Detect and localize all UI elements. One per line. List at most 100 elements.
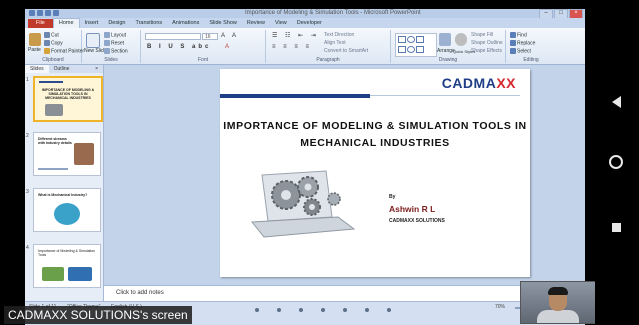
cadmaxx-logo: CADMAXX	[442, 75, 516, 91]
company-name: CADMAXX SOLUTIONS	[389, 218, 445, 224]
select-button[interactable]: Select	[510, 48, 531, 55]
layout-label: Layout	[111, 32, 127, 39]
notes-pane[interactable]: Click to add notes	[104, 285, 585, 302]
layout-icon	[104, 32, 110, 38]
arrow-shape-icon[interactable]	[398, 46, 406, 53]
slide-thumbnail-3[interactable]: What is Mechanical Industry?	[33, 188, 101, 232]
replace-button[interactable]: Replace	[510, 40, 535, 47]
slides-pane: Slides Outline × 1 IMPORTANCE OF MODELIN…	[25, 65, 104, 301]
recents-icon[interactable]	[612, 223, 621, 232]
tab-file[interactable]: File	[28, 19, 53, 28]
section-button[interactable]: Section	[104, 48, 128, 55]
window-title: Importance of Modeling & Simulation Tool…	[245, 10, 421, 16]
find-button[interactable]: Find	[510, 32, 527, 39]
slide-sorter-icon[interactable]	[277, 308, 281, 312]
slide-thumbnail-2[interactable]: Different streams with Industry details	[33, 132, 101, 176]
copy-button[interactable]: Copy	[44, 40, 63, 47]
font-color-button[interactable]: A	[225, 44, 232, 51]
tab-animations[interactable]: Animations	[167, 19, 204, 28]
list-buttons[interactable]: ☰ ☷ ⇤ ⇥	[272, 33, 319, 40]
cut-label: Cut	[51, 32, 59, 39]
view-controls[interactable]	[255, 308, 425, 312]
powerpoint-window: Importance of Modeling & Simulation Tool…	[25, 9, 585, 325]
align-buttons[interactable]: ≡ ≡ ≡ ≡	[272, 44, 312, 51]
app-icon	[29, 10, 35, 16]
reset-button[interactable]: Reset	[104, 40, 124, 47]
tab-home[interactable]: Home	[52, 18, 80, 28]
reset-label: Reset	[111, 40, 125, 47]
brace-shape-icon[interactable]	[416, 46, 424, 53]
shape-fill-button[interactable]: Shape Fill	[471, 32, 493, 39]
normal-view-icon[interactable]	[255, 308, 259, 312]
header-rule-thin	[370, 95, 520, 96]
slide-thumbnail-4[interactable]: Importance of Modeling & Simulation Tool…	[33, 244, 101, 288]
clipboard-group-label: Clipboard	[42, 57, 64, 63]
shape-effects-button[interactable]: Shape Effects	[471, 48, 502, 55]
tab-review[interactable]: Review	[242, 19, 270, 28]
reset-icon	[104, 40, 110, 46]
paragraph-group: ☰ ☷ ⇤ ⇥ ≡ ≡ ≡ ≡ Text Direction Align Tex…	[266, 30, 391, 63]
cut-button[interactable]: Cut	[44, 32, 59, 39]
author-name: Ashwin R L	[389, 204, 436, 214]
tab-slide-show[interactable]: Slide Show	[204, 19, 242, 28]
thumbnail-number: 4	[26, 245, 29, 251]
current-slide[interactable]: CADMAXX IMPORTANCE OF MODELING & SIMULAT…	[220, 69, 530, 277]
home-icon[interactable]	[609, 155, 623, 169]
editing-group-label: Editing	[523, 57, 539, 63]
slideshow-view-icon[interactable]	[321, 308, 325, 312]
text-direction-button[interactable]: Text Direction	[324, 32, 354, 39]
slide-editor: CADMAXX IMPORTANCE OF MODELING & SIMULAT…	[104, 65, 585, 285]
rectangle-shape-icon[interactable]	[398, 36, 406, 43]
redo-icon[interactable]	[53, 10, 59, 16]
quick-styles-icon[interactable]	[455, 33, 467, 46]
screen-share-label: CADMAXX SOLUTIONS's screen	[8, 308, 188, 322]
workspace: Slides Outline × 1 IMPORTANCE OF MODELIN…	[25, 65, 585, 302]
thumbnail-title: IMPORTANCE OF MODELING & SIMULATION TOOL…	[41, 88, 95, 100]
font-size-grow-shrink[interactable]: A A	[221, 33, 239, 40]
tab-outline[interactable]: Outline	[49, 65, 75, 73]
arrange-icon[interactable]	[439, 33, 451, 46]
replace-label: Replace	[517, 40, 536, 47]
shape-outline-button[interactable]: Shape Outline	[471, 40, 503, 47]
circle-shape-icon[interactable]	[407, 46, 415, 53]
font-size-box[interactable]: 16	[202, 33, 218, 40]
format-painter-button[interactable]: Format Painter	[44, 48, 84, 55]
reading-view-icon[interactable]	[299, 308, 303, 312]
close-pane-icon[interactable]: ×	[90, 65, 103, 73]
convert-smartart-button[interactable]: Convert to SmartArt	[324, 48, 368, 55]
slide-title[interactable]: IMPORTANCE OF MODELING & SIMULATION TOOL…	[220, 118, 530, 152]
rounded-rect-shape-icon[interactable]	[416, 36, 424, 43]
align-text-button[interactable]: Align Text	[324, 40, 346, 47]
status-dot-icon	[365, 308, 369, 312]
tab-transitions[interactable]: Transitions	[130, 19, 167, 28]
font-family-box[interactable]	[145, 33, 201, 40]
tab-design[interactable]: Design	[103, 19, 130, 28]
layout-button[interactable]: Layout	[104, 32, 126, 39]
save-icon[interactable]	[37, 10, 43, 16]
paste-icon[interactable]	[29, 33, 41, 46]
tab-insert[interactable]: Insert	[80, 19, 104, 28]
quick-access-toolbar	[29, 10, 75, 17]
pane-tabs: Slides Outline ×	[25, 65, 103, 73]
format-painter-label: Format Painter	[51, 48, 85, 55]
text-format-buttons[interactable]: B I U S abc	[147, 44, 211, 51]
thumbnail-text-lines	[38, 168, 68, 170]
undo-icon[interactable]	[45, 10, 51, 16]
drawing-group: Arrange Quick Styles Shape Fill Shape Ou…	[391, 30, 506, 63]
tab-slides[interactable]: Slides	[25, 65, 49, 73]
thumbnail-diagram	[54, 203, 80, 225]
replace-icon	[510, 40, 516, 46]
shapes-gallery[interactable]	[395, 33, 437, 57]
notes-placeholder: Click to add notes	[116, 290, 164, 296]
thumbnail-image	[68, 267, 92, 281]
thumbnail-image	[42, 267, 64, 281]
tab-developer[interactable]: Developer	[292, 19, 327, 28]
paragraph-group-label: Paragraph	[316, 57, 340, 63]
oval-shape-icon[interactable]	[407, 36, 415, 43]
tab-view[interactable]: View	[270, 19, 292, 28]
zoom-level[interactable]: 70%	[495, 304, 505, 310]
paste-button[interactable]: Paste	[28, 47, 41, 54]
slide-thumbnail-1[interactable]: IMPORTANCE OF MODELING & SIMULATION TOOL…	[33, 76, 103, 122]
new-slide-icon[interactable]	[86, 33, 100, 48]
back-icon[interactable]	[612, 96, 621, 108]
